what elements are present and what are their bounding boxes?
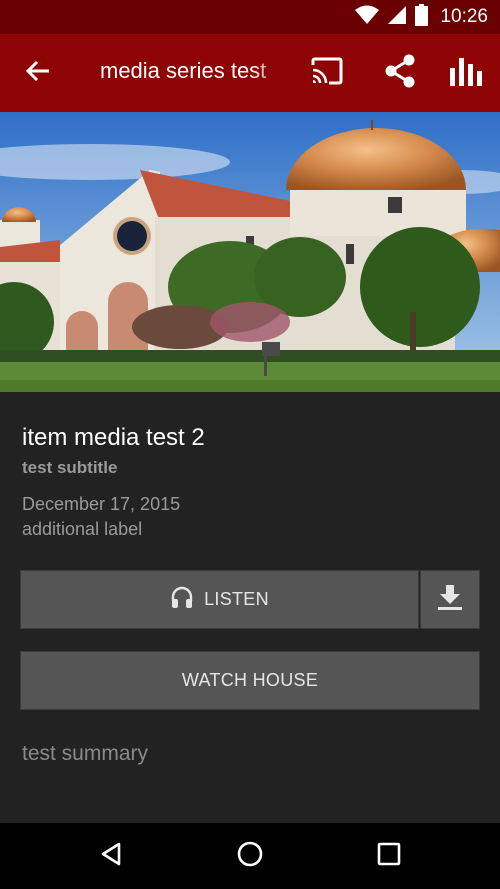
cell-signal-icon bbox=[387, 5, 407, 30]
status-bar: 10:26 bbox=[0, 0, 500, 34]
back-button[interactable] bbox=[18, 53, 58, 93]
arrow-left-icon bbox=[25, 58, 51, 89]
listen-button[interactable]: LISTEN bbox=[20, 570, 419, 629]
nav-recents-button[interactable] bbox=[369, 836, 409, 876]
hero-image bbox=[0, 112, 500, 392]
share-icon bbox=[383, 54, 417, 93]
item-additional-label: additional label bbox=[22, 519, 143, 539]
item-subtitle: test subtitle bbox=[22, 458, 118, 477]
status-icons: 10:26 bbox=[355, 0, 488, 34]
recents-square-icon bbox=[376, 841, 402, 872]
bar-chart-icon bbox=[449, 56, 483, 91]
watch-house-label: WATCH HOUSE bbox=[181, 670, 319, 690]
wifi-icon bbox=[355, 5, 380, 30]
cast-button[interactable] bbox=[307, 53, 347, 93]
item-summary: test summary bbox=[22, 742, 149, 765]
home-circle-icon bbox=[236, 840, 264, 873]
share-button[interactable] bbox=[380, 53, 420, 93]
cast-icon bbox=[310, 57, 344, 90]
status-time: 10:26 bbox=[440, 6, 488, 27]
app-title: media series test bbox=[100, 58, 267, 83]
download-button[interactable] bbox=[420, 570, 480, 629]
download-icon bbox=[436, 583, 464, 616]
nav-back-button[interactable] bbox=[91, 836, 131, 876]
item-title: item media test 2 bbox=[22, 424, 205, 451]
navigation-bar bbox=[0, 823, 500, 889]
headphones-icon bbox=[170, 585, 194, 614]
app-bar: media series test bbox=[0, 34, 500, 112]
battery-icon bbox=[415, 3, 429, 31]
stats-button[interactable] bbox=[446, 53, 486, 93]
nav-home-button[interactable] bbox=[230, 836, 270, 876]
back-triangle-icon bbox=[98, 841, 124, 872]
listen-label: LISTEN bbox=[204, 589, 269, 609]
item-details: item media test 2 test subtitle December… bbox=[22, 424, 482, 540]
watch-house-button[interactable]: WATCH HOUSE bbox=[20, 651, 480, 710]
item-date: December 17, 2015 bbox=[22, 494, 181, 514]
